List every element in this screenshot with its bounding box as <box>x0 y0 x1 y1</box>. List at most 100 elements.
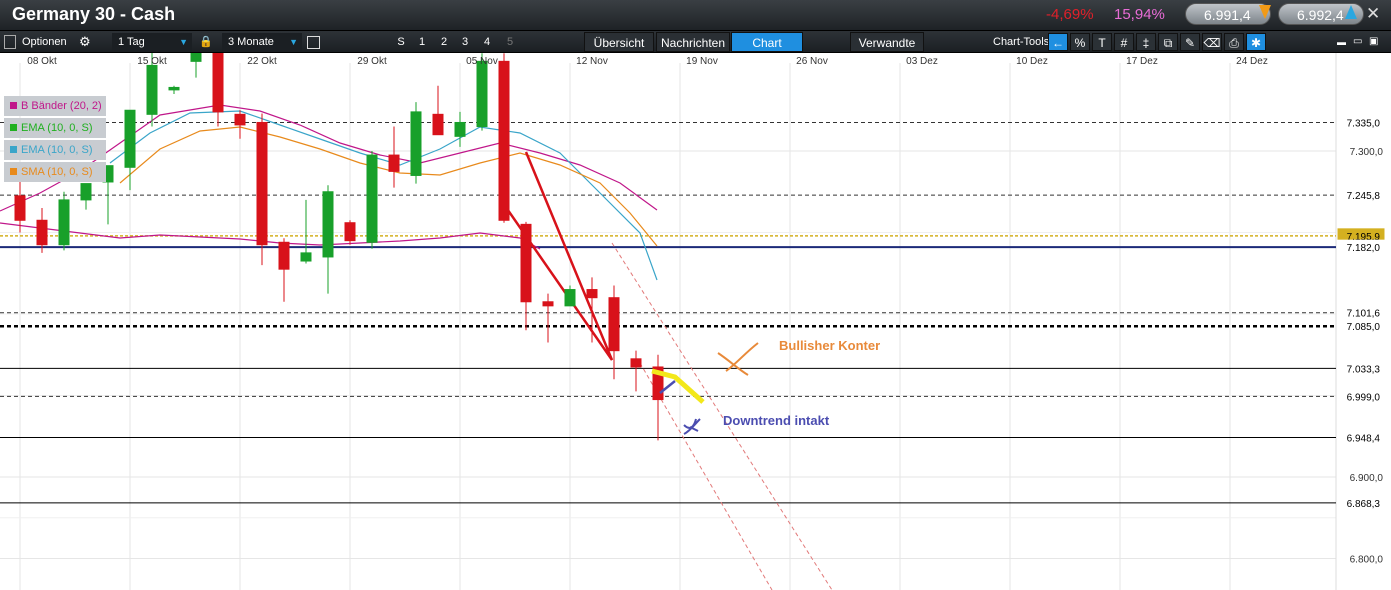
x-tick-label: 12 Nov <box>576 56 608 67</box>
legend-label: EMA (10, 0, S) <box>21 122 93 134</box>
range-select[interactable]: 3 Monate ▼ <box>222 33 302 51</box>
draw-icon[interactable]: ✎ <box>1180 33 1200 51</box>
annotation-downtrend: Downtrend intakt <box>723 413 830 428</box>
tab-chart[interactable]: Chart <box>731 32 803 52</box>
period-3[interactable]: 3 <box>456 34 474 50</box>
grid-icon[interactable]: # <box>1114 33 1134 51</box>
candle-body <box>586 289 598 299</box>
price-level-label: 6.999,0 <box>1347 392 1381 403</box>
blue-check-drawing <box>683 418 701 435</box>
price-level-label: 7.182,0 <box>1347 243 1381 254</box>
candle-body <box>454 121 466 137</box>
legend-label: B Bänder (20, 2) <box>21 100 102 112</box>
eraser-icon[interactable]: ⌫ <box>1202 33 1222 51</box>
range-value: 3 Monate <box>228 36 274 48</box>
price-level-label: 7.245,8 <box>1347 191 1381 202</box>
x-tick-label: 08 Okt <box>27 56 57 67</box>
tab-overview[interactable]: Übersicht <box>584 32 654 52</box>
layers-icon[interactable]: ⧉ <box>1158 33 1178 51</box>
legend-ema-green[interactable]: EMA (10, 0, S) <box>4 118 106 138</box>
candle-body <box>256 121 268 246</box>
close-icon[interactable]: ✕ <box>1366 4 1380 24</box>
x-tick-label: 15 Okt <box>137 56 167 67</box>
candle-body <box>146 64 158 115</box>
y-tick-label: 6.800,0 <box>1350 555 1384 566</box>
maximize-icon[interactable]: ▣ <box>1369 34 1378 50</box>
candle-body <box>278 241 290 270</box>
arrow-up-icon <box>1345 5 1357 19</box>
minimize-icon[interactable]: ▬ <box>1337 34 1346 50</box>
y-tick-label: 7.300,0 <box>1350 147 1384 158</box>
calendar-icon[interactable] <box>307 36 320 49</box>
x-tick-label: 17 Dez <box>1126 56 1158 67</box>
legend-label: SMA (10, 0, S) <box>21 166 93 178</box>
candle-body <box>234 113 246 126</box>
text-icon[interactable]: T <box>1092 33 1112 51</box>
candle-body <box>432 113 444 136</box>
candle-body <box>300 252 312 262</box>
candle-body <box>564 289 576 307</box>
legend-label: EMA (10, 0, S) <box>21 144 93 156</box>
candle-body <box>630 358 642 368</box>
candle-body <box>36 219 48 246</box>
period-s[interactable]: S <box>392 34 410 50</box>
tab-news[interactable]: Nachrichten <box>656 32 730 52</box>
price-level-label: 6.948,4 <box>1347 434 1381 445</box>
back-icon[interactable]: ← <box>1048 33 1068 51</box>
candle-body <box>520 223 532 303</box>
legend-ema-blue[interactable]: EMA (10, 0, S) <box>4 140 106 160</box>
x-tick-label: 22 Okt <box>247 56 277 67</box>
period-2[interactable]: 2 <box>435 34 453 50</box>
x-tick-label: 03 Dez <box>906 56 938 67</box>
interval-select[interactable]: 1 Tag ▼ <box>112 33 192 51</box>
period-1[interactable]: 1 <box>413 34 431 50</box>
orange-cross-drawing <box>717 342 759 376</box>
x-tick-label: 26 Nov <box>796 56 828 67</box>
candle-body <box>388 154 400 172</box>
tab-related[interactable]: Verwandte <box>850 32 924 52</box>
candle-body <box>608 297 620 352</box>
price-level-label: 7.101,6 <box>1347 309 1381 320</box>
change-percent: -4,69% <box>1046 6 1094 23</box>
period-4[interactable]: 4 <box>478 34 496 50</box>
candle-body <box>58 199 70 246</box>
chevron-down-icon: ▼ <box>179 37 188 47</box>
price-level-label: 7.335,0 <box>1347 118 1381 129</box>
title-bar: Germany 30 - Cash -4,69% 15,94% 6.991,4 … <box>0 0 1391 31</box>
chart-tools-label: Chart-Tools <box>993 36 1050 48</box>
legend-sma[interactable]: SMA (10, 0, S) <box>4 162 106 182</box>
options-menu[interactable]: Optionen <box>22 34 67 50</box>
x-tick-label: 29 Okt <box>357 56 387 67</box>
candle-body <box>322 191 334 258</box>
lock-icon[interactable]: 🔒 <box>199 34 213 50</box>
annotation-bullish: Bullisher Konter <box>779 338 881 353</box>
candle-body <box>542 301 554 307</box>
candle-body <box>498 60 510 221</box>
period-5[interactable]: 5 <box>501 34 519 50</box>
sma-line <box>119 126 658 247</box>
channel-trendline <box>501 151 614 361</box>
candle-body <box>124 109 136 168</box>
print-icon[interactable]: ⎙ <box>1224 33 1244 51</box>
chevron-down-icon: ▼ <box>289 37 298 47</box>
candle-icon[interactable]: ‡ <box>1136 33 1156 51</box>
settings-icon[interactable]: ✱ <box>1246 33 1266 51</box>
menu-icon[interactable] <box>4 35 16 49</box>
candle-body <box>212 52 224 113</box>
chart-area[interactable]: 08 Okt 15 Okt 22 Okt 29 Okt 05 Nov 12 Nov 19 N… <box>0 36 1391 590</box>
interval-value: 1 Tag <box>118 36 145 48</box>
price-level-label: 7.085,0 <box>1347 322 1381 333</box>
candle-body <box>476 60 488 128</box>
legend-bollinger[interactable]: B Bänder (20, 2) <box>4 96 106 116</box>
change-percent-2: 15,94% <box>1114 6 1165 23</box>
chart-toolbar: Optionen ⚙ 1 Tag ▼ 🔒 3 Monate ▼ S 1 2 3 … <box>0 31 1391 53</box>
price-level-label: 6.868,3 <box>1347 499 1381 510</box>
gear-icon[interactable]: ⚙ <box>79 34 91 50</box>
candle-body <box>344 222 356 242</box>
candle-body <box>366 154 378 243</box>
x-tick-label: 05 Nov <box>466 56 498 67</box>
candle-body <box>14 195 26 221</box>
arrow-down-icon <box>1259 5 1271 19</box>
restore-icon[interactable]: ▭ <box>1353 34 1362 50</box>
percent-icon[interactable]: % <box>1070 33 1090 51</box>
